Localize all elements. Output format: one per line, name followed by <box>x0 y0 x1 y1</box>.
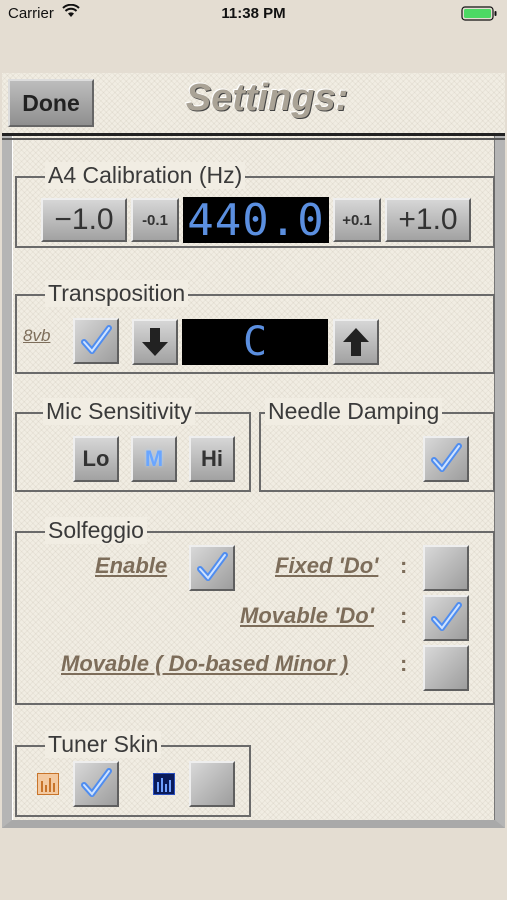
checkmark-icon <box>431 602 462 631</box>
clock: 11:38 PM <box>221 5 286 22</box>
transpose-up-button[interactable] <box>333 319 379 365</box>
minus-tenth-button[interactable]: -0.1 <box>131 198 179 242</box>
checkmark-icon <box>197 552 228 581</box>
fixed-do-label: Fixed 'Do' <box>275 553 379 578</box>
transpose-down-button[interactable] <box>132 319 178 365</box>
fixed-do-colon: : <box>400 553 408 578</box>
solfeggio-enable-checkbox[interactable] <box>189 545 235 591</box>
transposition-legend: Transposition <box>45 280 189 307</box>
frequency-display: 440.0 <box>183 195 329 246</box>
page-title: Settings: <box>185 77 349 119</box>
mic-hi-button[interactable]: Hi <box>189 436 235 482</box>
checkmark-icon <box>81 325 112 354</box>
header-divider <box>2 133 505 136</box>
mic-sensitivity-group: Mic Sensitivity Lo M Hi <box>15 398 251 492</box>
blue-bars-icon[interactable] <box>153 773 175 795</box>
header-bar: Done Settings: <box>2 73 505 135</box>
tuner-skin-legend: Tuner Skin <box>45 731 162 758</box>
octave-label: 8vb <box>23 326 51 345</box>
skin-orange-checkbox[interactable] <box>73 761 119 807</box>
movable-do-colon: : <box>400 603 408 628</box>
movable-minor-checkbox[interactable] <box>423 645 469 691</box>
movable-minor-label: Movable ( Do-based Minor ) <box>61 651 349 676</box>
calibration-group: A4 Calibration (Hz) −1.0 -0.1 440.0 +0.1… <box>15 162 495 248</box>
arrow-up-icon <box>343 328 369 356</box>
solfeggio-group: Solfeggio Enable Fixed 'Do' : Movable 'D… <box>15 517 495 705</box>
needle-damping-legend: Needle Damping <box>265 398 443 425</box>
battery-icon <box>461 6 497 21</box>
done-button[interactable]: Done <box>8 79 94 127</box>
needle-damping-checkbox[interactable] <box>423 436 469 482</box>
mic-mid-button[interactable]: M <box>131 436 177 482</box>
status-bar: Carrier 11:38 PM <box>0 0 507 28</box>
skin-blue-checkbox[interactable] <box>189 761 235 807</box>
arrow-down-icon <box>142 328 168 356</box>
checkmark-icon <box>431 443 462 472</box>
header-divider-2 <box>2 138 505 140</box>
movable-do-checkbox[interactable] <box>423 595 469 641</box>
octave-checkbox[interactable] <box>73 318 119 364</box>
plus-one-button[interactable]: +1.0 <box>385 198 471 242</box>
plus-tenth-button[interactable]: +0.1 <box>333 198 381 242</box>
checkmark-icon <box>81 768 112 797</box>
orange-bars-icon[interactable] <box>37 773 59 795</box>
transposition-group: Transposition 8vb C <box>15 280 495 374</box>
solfeggio-legend: Solfeggio <box>45 517 147 544</box>
mic-sensitivity-legend: Mic Sensitivity <box>43 398 195 425</box>
enable-label: Enable <box>95 553 168 578</box>
needle-damping-group: Needle Damping <box>259 398 495 492</box>
calibration-legend: A4 Calibration (Hz) <box>45 162 246 189</box>
movable-minor-colon: : <box>400 651 408 676</box>
key-display: C <box>182 319 328 365</box>
mic-lo-button[interactable]: Lo <box>73 436 119 482</box>
fixed-do-checkbox[interactable] <box>423 545 469 591</box>
movable-do-label: Movable 'Do' <box>240 603 374 628</box>
minus-one-button[interactable]: −1.0 <box>41 198 127 242</box>
settings-panel: Done Settings: A4 Calibration (Hz) −1.0 … <box>2 73 505 828</box>
tuner-skin-group: Tuner Skin <box>15 731 251 817</box>
